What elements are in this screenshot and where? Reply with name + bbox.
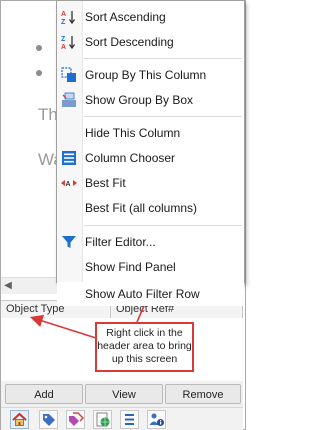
menu-item-show-auto-filter-row[interactable]: Show Auto Filter Row — [57, 282, 244, 306]
home-icon[interactable] — [10, 410, 29, 429]
menu-item-label: Group By This Column — [85, 68, 207, 82]
menu-item-sort-ascending[interactable]: AZ Sort Ascending — [57, 5, 244, 29]
menu-separator — [84, 58, 242, 59]
svg-text:Z: Z — [61, 19, 66, 25]
menu-item-sort-descending[interactable]: ZA Sort Descending — [57, 30, 244, 54]
menu-item-label: Show Group By Box — [85, 93, 194, 107]
menu-item-best-fit-all[interactable]: Best Fit (all columns) — [57, 196, 244, 220]
view-button[interactable]: View — [85, 384, 163, 404]
menu-item-label: Hide This Column — [85, 126, 181, 140]
menu-item-group-by-column[interactable]: Group By This Column — [57, 63, 244, 87]
group-by-box-icon — [61, 92, 77, 108]
menu-separator — [84, 116, 242, 117]
menu-item-label: Sort Descending — [85, 35, 174, 49]
tag-icon[interactable] — [39, 410, 58, 429]
menu-item-label: Sort Ascending — [85, 10, 166, 24]
column-chooser-icon — [61, 150, 77, 166]
remove-button[interactable]: Remove — [165, 384, 241, 404]
list-icon[interactable] — [120, 410, 139, 429]
menu-item-best-fit[interactable]: A Best Fit — [57, 171, 244, 195]
menu-item-column-chooser[interactable]: Column Chooser — [57, 146, 244, 170]
group-by-column-icon — [61, 67, 77, 83]
tags-icon[interactable] — [66, 410, 85, 429]
arrow-to-header — [29, 314, 97, 339]
svg-text:A: A — [61, 44, 66, 50]
svg-text:A: A — [66, 181, 71, 188]
menu-item-label: Show Find Panel — [85, 260, 176, 274]
sort-descending-icon: ZA — [61, 34, 77, 50]
add-button[interactable]: Add — [5, 384, 83, 404]
people-info-icon[interactable] — [147, 410, 166, 429]
menu-item-hide-column[interactable]: Hide This Column — [57, 121, 244, 145]
menu-item-label: Best Fit — [85, 176, 126, 190]
sort-ascending-icon: AZ — [61, 9, 77, 25]
svg-text:A: A — [61, 11, 66, 18]
menu-item-label: Best Fit (all columns) — [85, 201, 198, 215]
menu-item-label: Filter Editor... — [85, 235, 156, 249]
menu-item-label: Show Auto Filter Row — [85, 287, 200, 301]
column-header-context-menu: AZ Sort Ascending ZA Sort Descending Gro… — [56, 0, 245, 283]
button-bar: Add View Remove — [1, 381, 243, 407]
menu-item-show-find-panel[interactable]: Show Find Panel — [57, 255, 244, 279]
menu-item-show-group-by-box[interactable]: Show Group By Box — [57, 88, 244, 112]
best-fit-icon: A — [61, 175, 77, 191]
filter-icon — [61, 234, 77, 250]
menu-separator — [84, 225, 242, 226]
bottom-icon-toolbar — [1, 407, 243, 430]
menu-item-filter-editor[interactable]: Filter Editor... — [57, 230, 244, 254]
svg-text:Z: Z — [61, 36, 66, 43]
menu-item-label: Column Chooser — [85, 151, 176, 165]
globe-document-icon[interactable] — [93, 410, 112, 429]
